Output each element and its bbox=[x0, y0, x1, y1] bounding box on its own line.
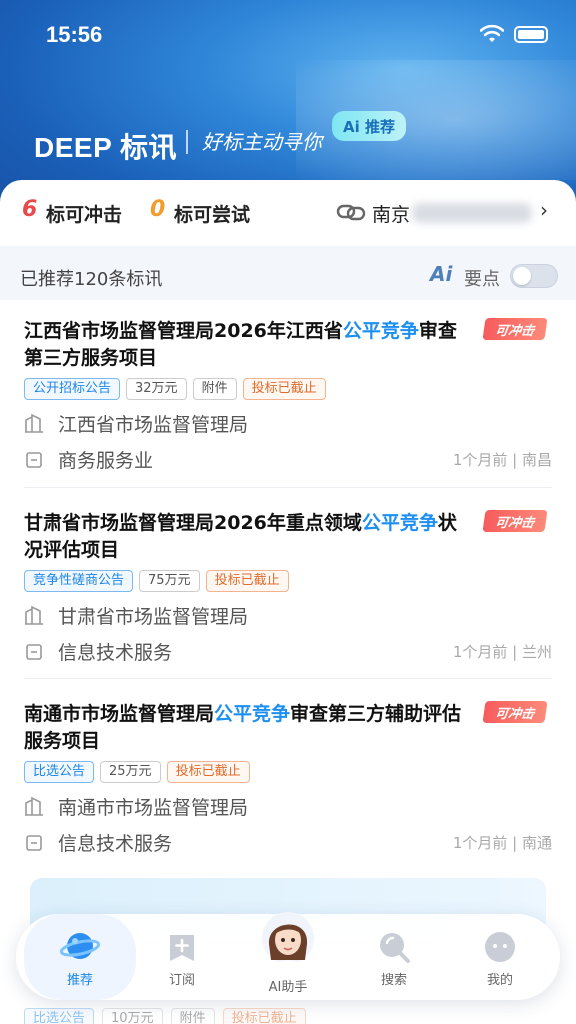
item-org: 江西省市场监督管理局 bbox=[58, 413, 249, 436]
building-icon bbox=[25, 605, 43, 625]
item-industry: 商务服务业 bbox=[58, 449, 154, 472]
try-label[interactable]: 标可尝试 bbox=[174, 200, 250, 227]
item-org: 南通市市场监督管理局 bbox=[58, 796, 249, 819]
key-points-toggle[interactable] bbox=[510, 264, 558, 288]
item-org-row: 南通市市场监督管理局 bbox=[24, 793, 552, 819]
location-selector[interactable]: 南京 bbox=[372, 200, 410, 227]
item-industry: 信息技术服务 bbox=[58, 832, 173, 855]
tab-recommend[interactable]: 推荐 bbox=[24, 914, 136, 1000]
tab-ai-assistant[interactable]: AI助手 bbox=[238, 912, 338, 1000]
hit-badge: 可冲击 bbox=[482, 701, 548, 723]
item-industry-row: 信息技术服务 1个月前 | 兰州 bbox=[24, 638, 552, 664]
tab-label: 搜索 bbox=[380, 973, 407, 988]
tag-notice-type: 竞争性磋商公告 bbox=[24, 570, 134, 592]
tag-status: 投标已截止 bbox=[222, 1008, 306, 1024]
tab-mine[interactable]: 我的 bbox=[450, 914, 550, 1000]
item-title: 江西省市场监督管理局2026年江西省公平竞争审查第三方服务项目 bbox=[24, 320, 457, 369]
tag-notice-type: 公开招标公告 bbox=[24, 378, 121, 400]
list-item[interactable]: 南通市市场监督管理局公平竞争审查第三方辅助评估服务项目 可冲击 比选公告 25万… bbox=[24, 701, 552, 855]
bottom-tab-bar: 推荐 订阅 AI助手 搜索 我的 bbox=[16, 912, 560, 1000]
item-meta: 1个月前 | 南昌 bbox=[452, 450, 552, 469]
battery-icon bbox=[514, 26, 548, 43]
ai-icon: Ai bbox=[430, 262, 453, 286]
hit-badge: 可冲击 bbox=[482, 318, 548, 340]
item-tags: 竞争性磋商公告 75万元 投标已截止 bbox=[24, 570, 552, 592]
tab-label: 订阅 bbox=[168, 973, 195, 988]
item-org-row: 甘肃省市场监督管理局 bbox=[24, 602, 552, 628]
hit-label[interactable]: 标可冲击 bbox=[46, 200, 122, 227]
search-icon bbox=[380, 933, 410, 963]
tag-attachment: 附件 bbox=[192, 378, 237, 400]
tab-search[interactable]: 搜索 bbox=[344, 914, 444, 1000]
tag-amount: 75万元 bbox=[139, 570, 200, 592]
hit-count: 6 bbox=[22, 197, 38, 222]
try-count: 0 bbox=[150, 197, 166, 222]
tab-label: 推荐 bbox=[66, 973, 93, 988]
chevron-right-icon[interactable]: › bbox=[540, 198, 548, 222]
tab-label: 我的 bbox=[486, 973, 513, 988]
profile-icon bbox=[485, 932, 515, 962]
category-icon bbox=[26, 835, 42, 851]
item-meta: 1个月前 | 兰州 bbox=[452, 642, 552, 661]
list-item[interactable]: 江西省市场监督管理局2026年江西省公平竞争审查第三方服务项目 可冲击 公开招标… bbox=[24, 318, 552, 472]
tag-attachment: 附件 bbox=[170, 1008, 215, 1024]
tag-amount: 10万元 bbox=[102, 1008, 163, 1024]
planet-icon bbox=[60, 933, 100, 959]
item-tags: 公开招标公告 32万元 附件 投标已截止 bbox=[24, 378, 552, 400]
tab-subscribe[interactable]: 订阅 bbox=[132, 914, 232, 1000]
item-meta: 1个月前 | 南通 bbox=[452, 833, 552, 852]
divider bbox=[24, 487, 552, 488]
item-industry: 信息技术服务 bbox=[58, 641, 173, 664]
tag-status: 投标已截止 bbox=[166, 761, 250, 783]
brand-logo: DEEP 标讯 bbox=[34, 132, 178, 163]
list-item[interactable]: 甘肃省市场监督管理局2026年重点领域公平竞争状况评估项目 可冲击 竞争性磋商公… bbox=[24, 510, 552, 664]
item-industry-row: 信息技术服务 1个月前 | 南通 bbox=[24, 829, 552, 855]
tag-amount: 25万元 bbox=[100, 761, 161, 783]
tag-notice-type: 比选公告 bbox=[24, 761, 95, 783]
status-time: 15:56 bbox=[46, 22, 103, 47]
category-icon bbox=[26, 644, 42, 660]
ai-assistant-avatar bbox=[262, 912, 314, 968]
tag-amount: 32万元 bbox=[126, 378, 187, 400]
item-tags: 比选公告 25万元 投标已截止 bbox=[24, 761, 552, 783]
item-title: 南通市市场监督管理局公平竞争审查第三方辅助评估服务项目 bbox=[24, 703, 462, 752]
item-title: 甘肃省市场监督管理局2026年重点领域公平竞争状况评估项目 bbox=[24, 512, 457, 561]
next-item-tags-peek: 比选公告 10万元 附件 投标已截止 bbox=[24, 1008, 306, 1024]
tag-status: 投标已截止 bbox=[242, 378, 326, 400]
item-industry-row: 商务服务业 1个月前 | 南昌 bbox=[24, 446, 552, 472]
hit-badge: 可冲击 bbox=[482, 510, 548, 532]
location-blurred bbox=[412, 203, 532, 223]
status-bar: 15:56 bbox=[0, 0, 576, 70]
tag-notice-type: 比选公告 bbox=[24, 1008, 95, 1024]
wifi-icon bbox=[480, 24, 504, 42]
recommend-count: 已推荐120条标讯 bbox=[20, 269, 163, 290]
brand-slogan: 好标主动寻你 bbox=[202, 130, 322, 154]
building-icon bbox=[25, 796, 43, 816]
divider bbox=[24, 678, 552, 679]
link-icon bbox=[336, 204, 366, 221]
brand-divider bbox=[186, 130, 188, 154]
key-points-label: 要点 bbox=[464, 269, 500, 290]
ai-recommend-badge: Ai 推荐 bbox=[332, 111, 406, 141]
item-org: 甘肃省市场监督管理局 bbox=[58, 605, 249, 628]
building-icon bbox=[25, 413, 43, 433]
bookmark-plus-icon bbox=[170, 935, 194, 961]
tag-status: 投标已截止 bbox=[205, 570, 289, 592]
tab-label: AI助手 bbox=[268, 980, 308, 995]
item-org-row: 江西省市场监督管理局 bbox=[24, 410, 552, 436]
category-icon bbox=[26, 452, 42, 468]
